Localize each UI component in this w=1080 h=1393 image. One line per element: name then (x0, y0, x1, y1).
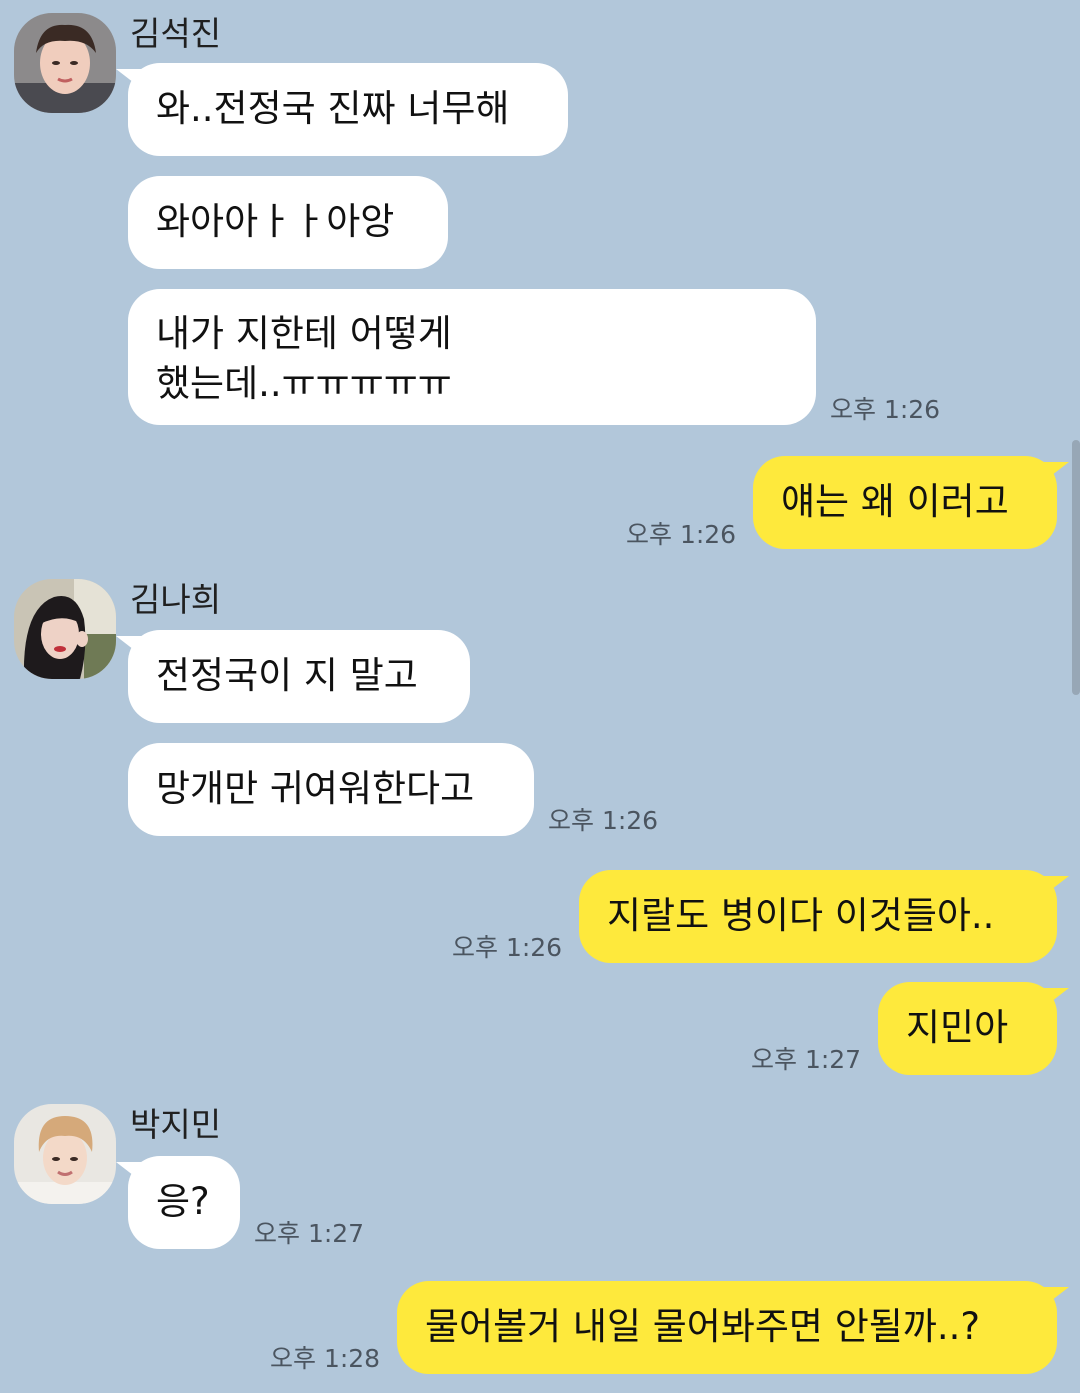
chat-area: 김석진 와..전정국 진짜 너무해 와아아ㅏㅏ아앙 내가 지한테 어떻게 했는데… (0, 0, 1080, 1393)
message-bubble[interactable]: 지민아 (878, 982, 1069, 1075)
avatar-kim-nahee[interactable] (14, 579, 116, 679)
sender-name: 김석진 (130, 14, 222, 53)
message-bubble[interactable]: 내가 지한테 어떻게 했는데..ㅠㅠㅠㅠㅠ (128, 289, 816, 425)
message-bubble[interactable]: 와아아ㅏㅏ아앙 (128, 176, 448, 269)
message-bubble[interactable]: 얘는 왜 이러고 (753, 456, 1069, 549)
message-timestamp: 오후 1:26 (830, 395, 941, 424)
message-bubble[interactable]: 지랄도 병이다 이것들아.. (579, 870, 1069, 963)
avatar-park-jimin[interactable] (14, 1104, 116, 1204)
avatar-kim-seokjin[interactable] (14, 13, 116, 113)
message-bubble[interactable]: 망개만 귀여워한다고 (128, 743, 534, 836)
message-timestamp: 오후 1:28 (270, 1344, 381, 1373)
message-timestamp: 오후 1:27 (254, 1219, 365, 1248)
sender-name: 박지민 (130, 1105, 222, 1144)
message-timestamp: 오후 1:26 (548, 806, 659, 835)
message-timestamp: 오후 1:27 (751, 1045, 862, 1074)
message-bubble[interactable]: 물어볼거 내일 물어봐주면 안될까..? (397, 1281, 1069, 1374)
message-bubble[interactable]: 와..전정국 진짜 너무해 (116, 63, 568, 156)
scrollbar[interactable] (1072, 440, 1080, 695)
sender-name: 김나희 (130, 580, 222, 619)
message-timestamp: 오후 1:26 (626, 520, 737, 549)
message-bubble[interactable]: 전정국이 지 말고 (116, 630, 470, 723)
message-timestamp: 오후 1:26 (452, 933, 563, 962)
message-bubble[interactable]: 응? (116, 1156, 240, 1249)
